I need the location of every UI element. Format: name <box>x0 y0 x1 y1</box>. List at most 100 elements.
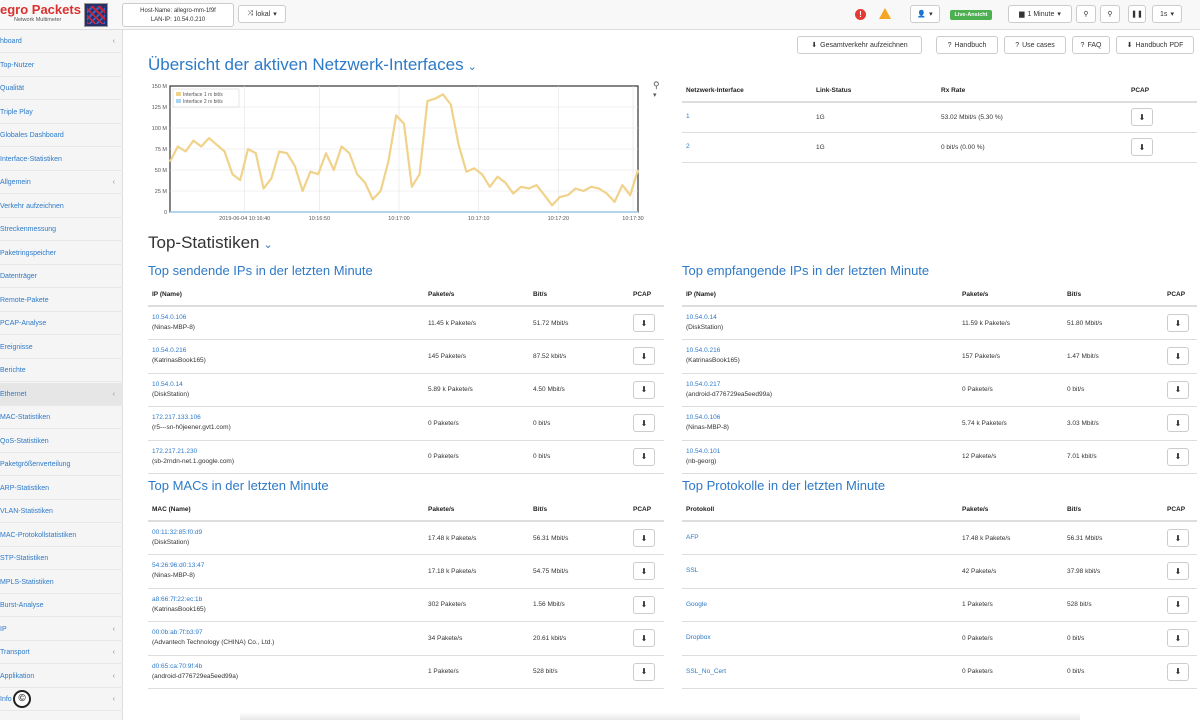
row-link[interactable]: SSL_No_Cert <box>686 667 954 677</box>
warning-alert-icon[interactable] <box>879 8 891 19</box>
pause-button[interactable]: ❚❚ <box>1128 5 1146 23</box>
row-link[interactable]: d0:65:ca:70:9f:4b <box>152 662 420 672</box>
error-alert-icon[interactable]: ! <box>855 9 866 20</box>
pcap-download-button[interactable]: ⬇ <box>633 595 655 614</box>
pcap-download-button[interactable]: ⬇ <box>633 629 655 648</box>
sidebar-item[interactable]: Top-Nutzer <box>0 54 123 77</box>
row-link[interactable]: 00:0b:ab:7f:b3:97 <box>152 628 420 638</box>
sidebar-item[interactable]: Berichte <box>0 359 123 382</box>
sidebar-item[interactable]: MPLS-Statistiken <box>0 571 123 594</box>
sidebar-item[interactable]: Interface-Statistiken <box>0 148 123 171</box>
sidebar-item[interactable]: Applikation ‹ <box>0 665 123 688</box>
use-cases-button[interactable]: ? Use cases <box>1004 36 1066 54</box>
pcap-download-button[interactable]: ⬇ <box>633 562 655 581</box>
sidebar-item[interactable]: ARP-Statistiken <box>0 477 123 500</box>
pcap-download-button[interactable]: ⬇ <box>633 662 655 681</box>
sidebar-item[interactable]: Burst-Analyse <box>0 594 123 617</box>
sidebar-item[interactable]: Globales Dashboard <box>0 124 123 147</box>
sidebar-item[interactable]: hboard ‹ <box>0 30 123 53</box>
sidebar-item[interactable]: VLAN-Statistiken <box>0 500 123 523</box>
zoom-in-button[interactable]: ⚲ <box>1076 5 1096 23</box>
handbuch-button[interactable]: ? Handbuch <box>936 36 998 54</box>
pcap-download-button[interactable]: ⬇ <box>1131 138 1153 156</box>
chart-zoom-icon[interactable]: ⚲ <box>653 80 660 91</box>
sidebar-item[interactable]: Paketringspeicher <box>0 242 123 265</box>
logo[interactable]: egro Packets Network Multimeter <box>0 0 82 30</box>
row-link[interactable]: 172.217.21.230 <box>152 447 420 457</box>
sidebar-item[interactable]: Datenträger <box>0 265 123 288</box>
interface-link[interactable]: 2 <box>686 142 808 152</box>
pcap-download-button[interactable]: ⬇ <box>1167 414 1189 433</box>
faq-button[interactable]: ? FAQ <box>1072 36 1110 54</box>
row-link[interactable]: 10.54.0.216 <box>686 346 954 356</box>
live-view-badge[interactable]: Live-Ansicht <box>950 10 992 20</box>
pcap-download-button[interactable]: ⬇ <box>1167 629 1189 648</box>
pcap-download-button[interactable]: ⬇ <box>1167 447 1189 466</box>
handbuch-pdf-button[interactable]: ⬇ Handbuch PDF <box>1116 36 1194 54</box>
interface-link[interactable]: 1 <box>686 112 808 122</box>
speed-dropdown[interactable]: 1s ▾ <box>1152 5 1182 23</box>
sidebar-item[interactable]: Streckenmessung <box>0 218 123 241</box>
row-link[interactable]: a8:66:7f:22:ec:1b <box>152 595 420 605</box>
chevron-left-icon: ‹ <box>112 390 115 398</box>
pcap-download-button[interactable]: ⬇ <box>1167 347 1189 366</box>
link-status: 1G <box>812 132 937 163</box>
sidebar-item[interactable]: Remote-Pakete <box>0 289 123 312</box>
export-traffic-button[interactable]: ⬇ Gesamtverkehr aufzeichnen <box>797 36 922 54</box>
sidebar-item[interactable]: QoS-Statistiken <box>0 430 123 453</box>
zoom-out-button[interactable]: ⚲ <box>1100 5 1120 23</box>
sidebar-item[interactable]: PCAP-Analyse <box>0 312 123 335</box>
sidebar-item[interactable]: MAC-Protokollstatistiken <box>0 524 123 547</box>
location-dropdown[interactable]: ⤨ lokal ▾ <box>238 5 286 23</box>
row-link[interactable]: 54:26:96:d0:13:47 <box>152 561 420 571</box>
sidebar-item[interactable]: Transport ‹ <box>0 641 123 664</box>
pcap-download-button[interactable]: ⬇ <box>1167 562 1189 581</box>
table-row: 54:26:96:d0:13:47 (Ninas-MBP-8) 17.18 k Pa… <box>148 554 664 589</box>
pcap-download-button[interactable]: ⬇ <box>1167 380 1189 399</box>
copyright-icon: © <box>13 690 31 708</box>
row-link[interactable]: Google <box>686 600 954 610</box>
row-link[interactable]: 10.54.0.217 <box>686 380 954 390</box>
pcap-download-button[interactable]: ⬇ <box>633 447 655 466</box>
pcap-download-button[interactable]: ⬇ <box>1167 529 1189 547</box>
row-link[interactable]: 10.54.0.101 <box>686 447 954 457</box>
pcap-download-button[interactable]: ⬇ <box>1167 662 1189 681</box>
pcap-download-button[interactable]: ⬇ <box>633 380 655 399</box>
row-link[interactable]: 10.54.0.14 <box>152 380 420 390</box>
pcap-download-button[interactable]: ⬇ <box>633 314 655 332</box>
pcap-download-button[interactable]: ⬇ <box>1131 108 1153 127</box>
sidebar-item[interactable]: Allgemein ‹ <box>0 171 123 194</box>
recv-ips-table: IP (Name) Pakete/s Bit/s PCAP 10.54.0.14 (Dis… <box>682 284 1197 474</box>
sidebar-item[interactable]: Qualität <box>0 77 123 100</box>
sidebar-item[interactable]: IP ‹ <box>0 618 123 641</box>
pcap-download-button[interactable]: ⬇ <box>633 529 655 547</box>
overview-title[interactable]: Übersicht der aktiven Netzwerk-Interface… <box>148 55 477 75</box>
row-link[interactable]: AFP <box>686 533 954 543</box>
sidebar-item[interactable]: Verkehr aufzeichnen <box>0 195 123 218</box>
sidebar-item[interactable]: Triple Play <box>0 101 123 124</box>
pcap-download-button[interactable]: ⬇ <box>633 347 655 366</box>
row-link[interactable]: 10.54.0.216 <box>152 346 420 356</box>
sidebar-item[interactable]: Paketgrößenverteilung <box>0 453 123 476</box>
chart-menu-icon[interactable]: ▾ <box>653 91 660 99</box>
row-link[interactable]: 10.54.0.106 <box>152 313 420 323</box>
row-link[interactable]: Dropbox <box>686 633 954 643</box>
table-row: 172.217.21.230 (sb-2rndn-net.1.google.com… <box>148 440 664 474</box>
pcap-download-button[interactable]: ⬇ <box>1167 595 1189 614</box>
sidebar-item[interactable]: MAC-Statistiken <box>0 406 123 429</box>
sidebar-item[interactable]: Ethernet ‹ <box>0 382 123 406</box>
row-link[interactable]: 172.217.133.106 <box>152 413 420 423</box>
chevron-left-icon: ‹ <box>112 672 115 680</box>
row-link[interactable]: SSL <box>686 566 954 576</box>
chevron-down-icon: ⌄ <box>467 61 477 73</box>
row-link[interactable]: 00:11:32:85:f0:d9 <box>152 528 420 538</box>
interval-dropdown[interactable]: ▆ 1 Minute ▾ <box>1008 5 1072 23</box>
sidebar-item[interactable]: STP-Statistiken <box>0 547 123 570</box>
sidebar-item[interactable]: Ereignisse <box>0 336 123 359</box>
row-link[interactable]: 10.54.0.106 <box>686 413 954 423</box>
top-stats-title[interactable]: Top-Statistiken ⌄ <box>148 233 273 253</box>
row-link[interactable]: 10.54.0.14 <box>686 313 954 323</box>
pcap-download-button[interactable]: ⬇ <box>633 414 655 433</box>
user-menu-button[interactable]: 👤 ▾ <box>910 5 940 23</box>
pcap-download-button[interactable]: ⬇ <box>1167 314 1189 332</box>
